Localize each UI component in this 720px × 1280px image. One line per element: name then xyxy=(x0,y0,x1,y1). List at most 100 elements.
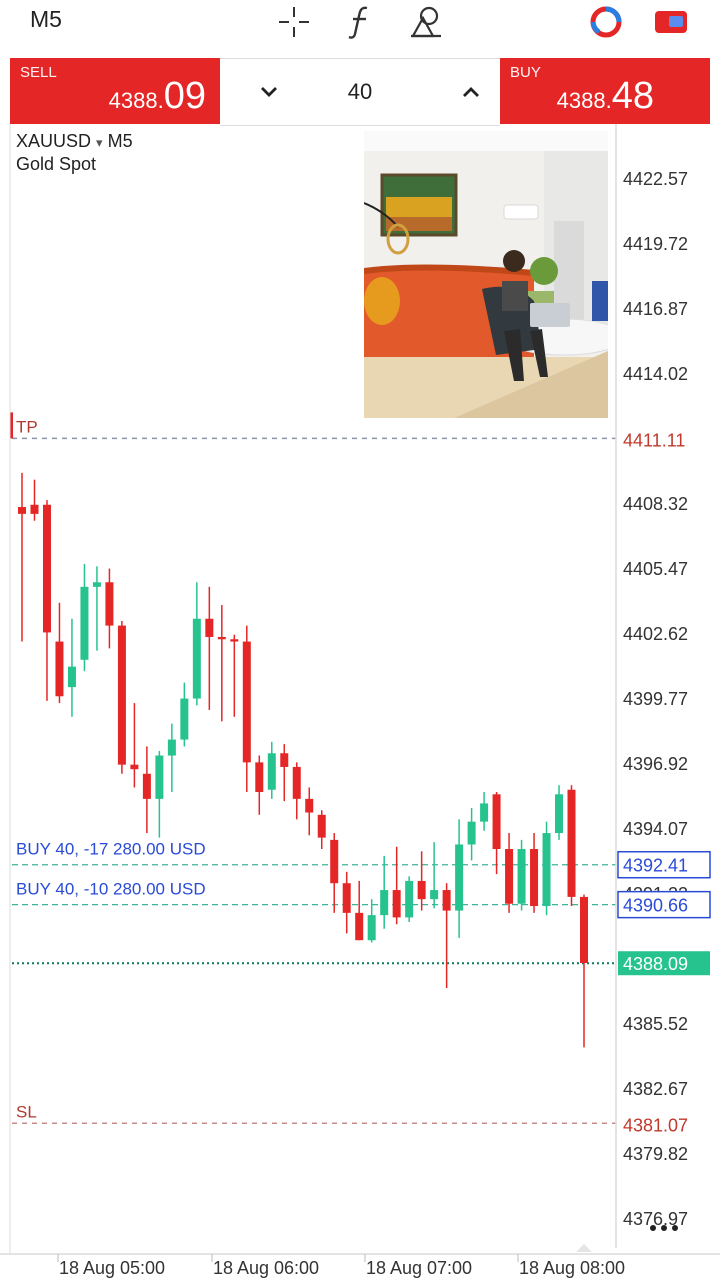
account-icon[interactable] xyxy=(652,2,690,42)
candle-body xyxy=(505,849,514,904)
candle xyxy=(155,750,164,838)
candle-body xyxy=(292,766,301,799)
candle-body xyxy=(167,739,176,756)
candle-body xyxy=(317,814,326,838)
buy-button[interactable]: BUY 4388.48 xyxy=(500,58,710,124)
buy-label: BUY xyxy=(510,64,541,81)
stop-loss-price: 4381.07 xyxy=(623,1115,688,1135)
take-profit-price: 4411.11 xyxy=(623,430,685,450)
crosshair-icon[interactable] xyxy=(276,2,312,42)
candle-body xyxy=(405,880,414,918)
candle xyxy=(342,871,351,934)
candle-body xyxy=(517,849,526,904)
price-tick-label: 4419.72 xyxy=(623,234,688,254)
symbol-header: XAUUSD ▾ M5 xyxy=(16,131,133,152)
candle xyxy=(355,880,364,941)
increase-lot-chevron-up-icon[interactable] xyxy=(456,77,486,107)
candle xyxy=(230,634,239,717)
price-tick-label: 4408.32 xyxy=(623,494,688,514)
candle xyxy=(567,785,576,907)
more-options-icon[interactable] xyxy=(648,1216,680,1240)
candle xyxy=(480,792,489,831)
candle xyxy=(330,833,339,913)
candle-body xyxy=(18,507,26,514)
candle xyxy=(405,876,414,922)
candle xyxy=(555,785,564,840)
timeframe-button[interactable]: M5 xyxy=(30,6,62,33)
order-1-price: 4392.41 xyxy=(623,856,688,876)
candle xyxy=(242,625,251,793)
candle xyxy=(580,894,588,1048)
candle xyxy=(505,833,514,913)
candle-body xyxy=(205,618,214,637)
candle-body xyxy=(130,764,139,770)
candle-body xyxy=(242,641,251,763)
sell-button[interactable]: SELL 4388.09 xyxy=(10,58,220,124)
sell-price: 4388.09 xyxy=(108,75,206,117)
candle xyxy=(80,564,89,672)
candle-body xyxy=(567,789,576,897)
candle-body xyxy=(455,844,464,911)
candle-body xyxy=(380,890,389,916)
candle-body xyxy=(80,586,89,660)
candle-body xyxy=(480,803,489,822)
candle-body xyxy=(105,582,114,626)
candle xyxy=(417,851,426,911)
candle-body xyxy=(67,666,76,688)
candle-body xyxy=(430,890,439,900)
candle-body xyxy=(180,698,189,740)
candle-body xyxy=(117,625,126,765)
candle-body xyxy=(230,639,239,642)
candle-body xyxy=(467,821,476,845)
candle-body xyxy=(155,755,164,799)
price-tick-label: 4396.92 xyxy=(623,754,688,774)
top-toolbar: M5 xyxy=(0,0,720,56)
candle xyxy=(192,582,201,706)
candle-body xyxy=(442,890,451,911)
candle-body xyxy=(255,762,264,793)
candle xyxy=(530,833,539,913)
candle-body xyxy=(355,912,364,941)
candle-body xyxy=(55,641,64,697)
candle-body xyxy=(330,839,339,884)
candle xyxy=(392,846,401,925)
symbol-name[interactable]: XAUUSD xyxy=(16,131,91,151)
candle-body xyxy=(555,794,564,834)
objects-icon[interactable] xyxy=(408,2,444,42)
connection-status-icon[interactable] xyxy=(588,2,624,42)
candle-body xyxy=(542,833,551,907)
candle xyxy=(30,479,39,521)
candle xyxy=(442,883,451,989)
order-2-price: 4390.66 xyxy=(623,896,688,916)
price-tick-label: 4422.57 xyxy=(623,169,688,189)
order-1-label: BUY 40, -17 280.00 USD xyxy=(16,840,206,859)
candle xyxy=(217,605,226,722)
candle xyxy=(280,744,289,802)
price-tick-label: 4405.47 xyxy=(623,559,688,579)
lot-stepper: 40 xyxy=(220,58,500,126)
candle xyxy=(130,703,139,788)
price-tick-label: 4399.77 xyxy=(623,689,688,709)
take-profit-label: TP xyxy=(16,417,38,436)
candle xyxy=(180,682,189,747)
indicators-f-icon[interactable] xyxy=(344,2,376,42)
current-time-marker xyxy=(576,1244,592,1252)
time-tick-label: 18 Aug 06:00 xyxy=(213,1258,319,1278)
candle xyxy=(430,842,439,909)
candle xyxy=(105,568,114,649)
price-tick-label: 4379.82 xyxy=(623,1144,688,1164)
bid-price: 4388.09 xyxy=(623,954,688,974)
candle-body xyxy=(92,582,101,587)
candle-body xyxy=(530,849,539,907)
candle xyxy=(380,855,389,929)
time-tick-label: 18 Aug 07:00 xyxy=(366,1258,472,1278)
candle xyxy=(517,839,526,911)
candle-body xyxy=(417,880,426,900)
price-chart[interactable]: TP SL BUY 40, -17 280.00 USD BUY 40, -10 28… xyxy=(0,124,720,1280)
candle xyxy=(117,621,126,774)
candle-body xyxy=(42,504,51,633)
symbol-dropdown-icon[interactable]: ▾ xyxy=(96,135,103,150)
candle-body xyxy=(305,798,314,813)
candle xyxy=(42,500,51,701)
candle-body xyxy=(267,753,276,790)
